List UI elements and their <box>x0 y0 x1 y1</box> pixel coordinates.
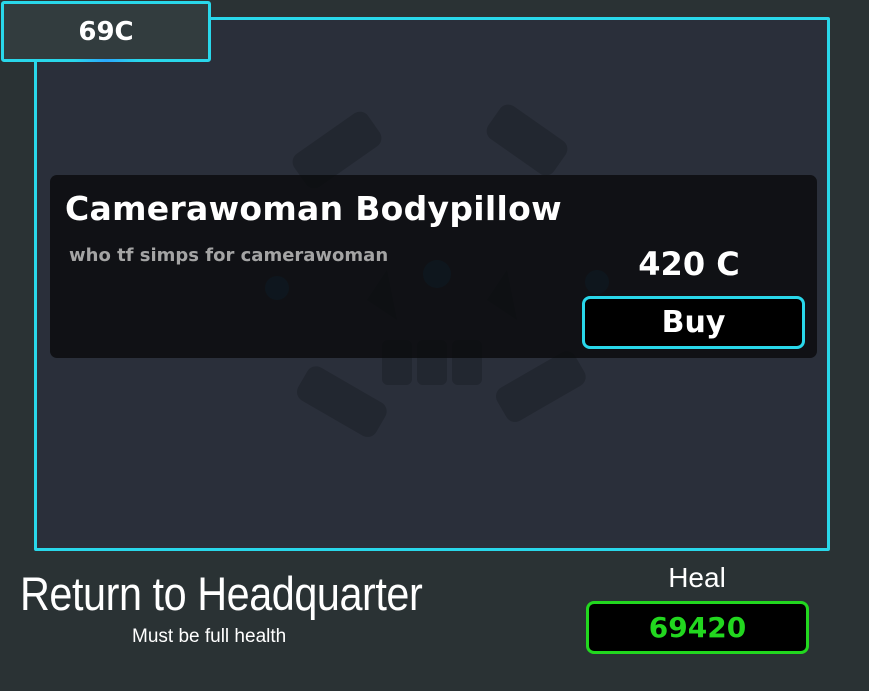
currency-amount: 69C <box>78 16 134 47</box>
item-price: 420 C <box>638 245 740 283</box>
shop-item-card: Camerawoman Bodypillow who tf simps for … <box>50 175 817 358</box>
item-title: Camerawoman Bodypillow <box>65 189 562 228</box>
buy-button[interactable]: Buy <box>582 296 805 349</box>
currency-display: 69C <box>1 1 211 62</box>
return-requirement-text: Must be full health <box>132 626 287 647</box>
heal-label: Heal <box>668 562 726 593</box>
item-description: who tf simps for camerawoman <box>69 245 389 266</box>
return-to-headquarter-button[interactable]: Return to Headquarter <box>20 566 423 621</box>
heal-button[interactable]: 69420 <box>586 601 809 654</box>
